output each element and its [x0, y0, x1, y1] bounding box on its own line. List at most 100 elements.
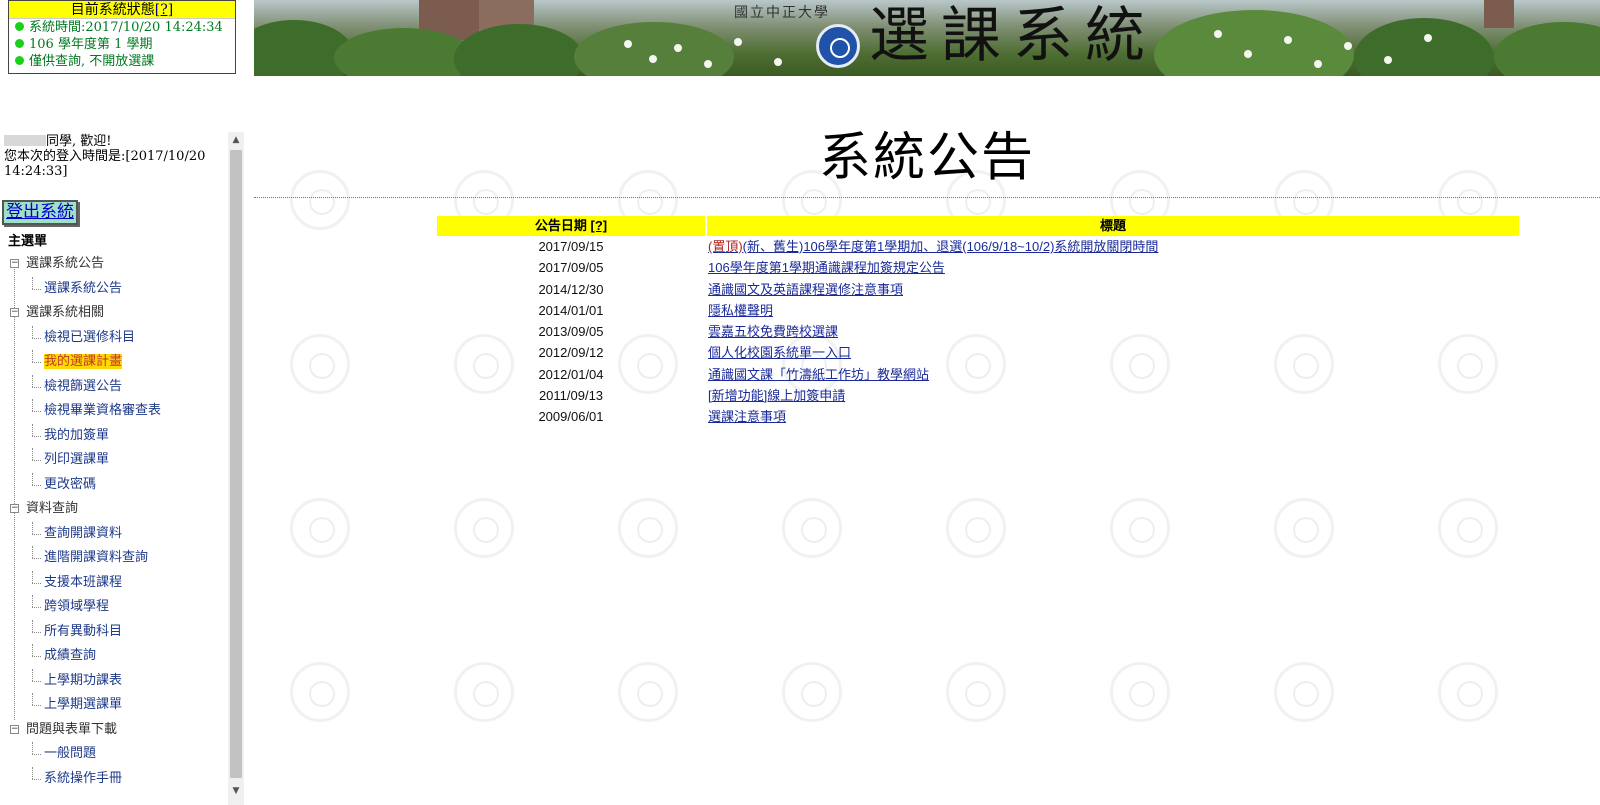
welcome-text: 同學, 歡迎! — [46, 134, 112, 149]
watermark-emblem-icon — [454, 662, 514, 722]
banner-flower — [1214, 30, 1222, 38]
banner-tree — [1494, 22, 1600, 76]
menu-item-graduation-review[interactable]: 檢視畢業資格審查表 — [0, 399, 228, 424]
menu-item-system-manual[interactable]: 系統操作手冊 — [0, 766, 228, 792]
collapse-icon[interactable]: − — [10, 308, 19, 317]
menu-item-changed-courses[interactable]: 所有異動科目 — [0, 619, 228, 645]
table-row: 2014/01/01 隱私權聲明 — [437, 300, 1519, 321]
announcement-link[interactable]: 個人化校園系統單一入口 — [707, 342, 1519, 363]
logout-button[interactable]: 登出系統 — [2, 200, 78, 225]
status-mode-text: 僅供查詢, 不開放選課 — [29, 54, 155, 69]
watermark-emblem-icon — [1274, 662, 1334, 722]
announcement-link[interactable]: 106學年度第1學期通識課程加簽規定公告 — [707, 257, 1519, 278]
table-row: 2012/01/04 通識國文課「竹濤紙工作坊」教學網站 — [437, 364, 1519, 385]
table-row: 2014/12/30 通識國文及英語課程選修注意事項 — [437, 279, 1519, 300]
menu-item-change-password[interactable]: 更改密碼 — [0, 472, 228, 498]
menu-item-view-filter-announcements[interactable]: 檢視篩選公告 — [0, 374, 228, 400]
announcement-date: 2014/01/01 — [538, 302, 604, 318]
announcement-link[interactable]: 隱私權聲明 — [707, 300, 1519, 321]
column-header-date-label: 公告日期 — [534, 218, 587, 233]
collapse-icon[interactable]: − — [10, 259, 19, 268]
scroll-thumb[interactable] — [230, 150, 242, 778]
watermark-emblem-icon — [1438, 498, 1498, 558]
announcement-link[interactable]: 雲嘉五校免費跨校選課 — [707, 321, 1519, 342]
announcement-link[interactable]: 選課注意事項 — [707, 406, 1519, 427]
menu-item-last-semester-course-list[interactable]: 上學期選課單 — [0, 693, 228, 718]
scroll-down-arrow-icon[interactable]: ▼ — [228, 783, 244, 799]
announcement-link[interactable]: (置頂)(新、舊生)106學年度第1學期加、退選(106/9/18~10/2)系… — [707, 236, 1519, 257]
table-row: 2013/09/05 雲嘉五校免費跨校選課 — [437, 321, 1519, 342]
menu-item-label: 支援本班課程 — [44, 574, 123, 590]
sidebar: 同學, 歡迎! 您本次的登入時間是:[2017/10/20 14:24:33] … — [0, 132, 244, 805]
status-help-link[interactable]: [?] — [155, 2, 173, 18]
menu-item-my-course-plan[interactable]: 我的選課計畫 — [0, 350, 228, 375]
menu-item-label: 檢視篩選公告 — [44, 378, 123, 394]
banner-title: 選課系統 — [869, 1, 1157, 71]
banner-flower — [649, 55, 657, 63]
announcement-date: 2013/09/05 — [538, 324, 604, 340]
announcement-date: 2012/09/12 — [538, 345, 604, 361]
collapse-icon[interactable]: − — [10, 504, 19, 513]
header-banner: 國立中正大學 選課系統 — [254, 0, 1600, 76]
status-line-time: 系統時間:2017/10/20 14:24:34 — [9, 19, 235, 36]
menu-item-my-add-forms[interactable]: 我的加簽單 — [0, 423, 228, 449]
menu-item-course-query[interactable]: 查詢開課資料 — [0, 521, 228, 547]
status-title-text: 目前系統狀態 — [70, 2, 155, 18]
column-header-date: 公告日期 [?] — [437, 216, 705, 236]
menu-item-class-support-courses[interactable]: 支援本班課程 — [0, 570, 228, 596]
watermark-emblem-icon — [290, 334, 350, 394]
menu-item-label: 選課系統公告 — [44, 280, 123, 296]
menu-group-announcements[interactable]: − 選課系統公告 — [0, 252, 228, 277]
menu-item-print-course-list[interactable]: 列印選課單 — [0, 448, 228, 473]
collapse-icon[interactable]: − — [10, 724, 19, 734]
menu-group-label: 資料查詢 — [26, 501, 79, 516]
status-line-semester: 106 學年度第 1 學期 — [9, 36, 235, 53]
green-dot-icon — [15, 22, 24, 31]
announcement-date: 2011/09/13 — [538, 388, 604, 404]
page-title: 系統公告 — [818, 128, 1035, 188]
watermark-emblem-icon — [1274, 498, 1334, 558]
green-dot-icon — [15, 39, 24, 48]
scroll-up-arrow-icon[interactable]: ▲ — [228, 132, 244, 148]
university-emblem-icon — [816, 24, 860, 68]
menu-item-general-faq[interactable]: 一般問題 — [0, 742, 228, 767]
menu-item-last-semester-timetable[interactable]: 上學期功課表 — [0, 668, 228, 694]
green-dot-icon — [15, 56, 24, 65]
menu-item-advanced-course-query[interactable]: 進階開課資料查詢 — [0, 546, 228, 571]
announcement-link[interactable]: [新增功能]線上加簽申請 — [707, 385, 1519, 406]
pinned-label: (置頂) — [708, 239, 743, 254]
announcement-link[interactable]: 通識國文及英語課程選修注意事項 — [707, 279, 1519, 300]
menu-item-grade-query[interactable]: 成績查詢 — [0, 644, 228, 669]
sidebar-scrollbar[interactable]: ▲ ▼ — [228, 132, 244, 805]
announcement-table: 公告日期 [?] 標題 2017/09/15 (置頂)(新、舊生)106學年度第… — [437, 216, 1519, 428]
announcement-date: 2012/01/04 — [538, 366, 604, 382]
main-menu-tree: 主選單 − 選課系統公告 選課系統公告 − 選課系統相關 檢視已選修科目 我的選課計… — [0, 232, 228, 791]
table-row: 2009/06/01 選課注意事項 — [437, 406, 1519, 427]
table-row: 2011/09/13 [新增功能]線上加簽申請 — [437, 385, 1519, 406]
menu-item-cross-domain-programs[interactable]: 跨領域學程 — [0, 595, 228, 620]
menu-group-data-query[interactable]: − 資料查詢 — [0, 497, 228, 522]
banner-tree — [1354, 18, 1494, 76]
column-header-title: 標題 — [707, 216, 1519, 236]
watermark-emblem-icon — [454, 498, 514, 558]
date-help-link[interactable]: [?] — [591, 218, 608, 233]
banner-flower — [1344, 42, 1352, 50]
menu-group-label: 選課系統公告 — [26, 256, 105, 271]
menu-item-label: 成績查詢 — [44, 648, 97, 663]
banner-university-name: 國立中正大學 — [734, 5, 830, 21]
menu-group-course-selection[interactable]: − 選課系統相關 — [0, 301, 228, 326]
menu-item-view-selected-courses[interactable]: 檢視已選修科目 — [0, 325, 228, 351]
menu-item-label: 所有異動科目 — [44, 623, 123, 639]
banner-building — [1484, 0, 1514, 28]
banner-flower — [674, 44, 682, 52]
status-time-text: 系統時間:2017/10/20 14:24:34 — [29, 20, 223, 35]
menu-group-faq-downloads[interactable]: − 問題與表單下載 — [0, 718, 228, 743]
announcement-link[interactable]: 通識國文課「竹濤紙工作坊」教學網站 — [707, 364, 1519, 385]
watermark-emblem-icon — [782, 498, 842, 558]
menu-item-announcements[interactable]: 選課系統公告 — [0, 276, 228, 302]
menu-item-label: 上學期功課表 — [44, 672, 123, 688]
table-row: 2012/09/12 個人化校園系統單一入口 — [437, 342, 1519, 363]
banner-flower — [624, 40, 632, 48]
menu-item-label: 系統操作手冊 — [44, 770, 123, 786]
status-line-mode: 僅供查詢, 不開放選課 — [9, 53, 235, 70]
